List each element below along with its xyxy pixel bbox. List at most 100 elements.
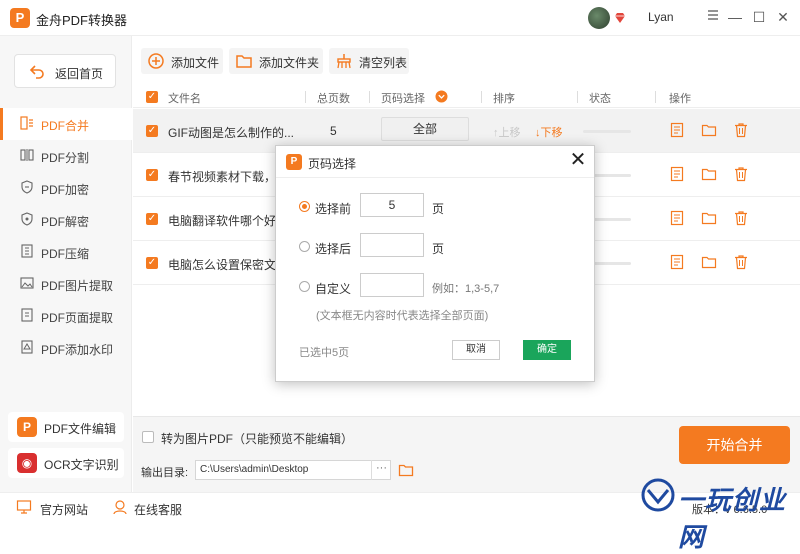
sidebar-item-label: PDF加密 xyxy=(41,183,90,197)
dialog-header: P 页码选择 ✕ xyxy=(276,146,594,178)
sidebar-item-label: PDF图片提取 xyxy=(41,279,114,293)
custom-range-input[interactable] xyxy=(360,273,424,297)
sidebar-item-pdf-decrypt[interactable]: PDF解密 xyxy=(0,204,132,236)
column-divider xyxy=(655,91,656,103)
radio-custom[interactable] xyxy=(299,281,310,292)
menu-icon[interactable] xyxy=(704,8,722,26)
output-path-field[interactable]: C:\Users\admin\Desktop xyxy=(195,460,391,480)
sidebar-item-label: PDF分割 xyxy=(41,151,90,165)
add-folder-label: 添加文件夹 xyxy=(259,56,320,70)
sidebar: 返回首页 PDF合并 PDF分割 PDF加密 PDF解密 PDF压缩 PDF图片… xyxy=(0,36,132,492)
row-checkbox[interactable]: ✓ xyxy=(146,125,158,137)
document-icon[interactable] xyxy=(669,122,685,138)
sidebar-item-pdf-encrypt[interactable]: PDF加密 xyxy=(0,172,132,204)
sidebar-item-pdf-compress[interactable]: PDF压缩 xyxy=(0,236,132,268)
col-sort: 排序 xyxy=(493,93,515,105)
sidebar-item-label: PDF合并 xyxy=(41,119,90,133)
home-button[interactable]: 返回首页 xyxy=(14,54,116,88)
minimize-button[interactable]: — xyxy=(726,8,744,26)
dialog-close-button[interactable]: ✕ xyxy=(568,150,588,172)
compress-icon xyxy=(21,244,33,258)
merge-icon xyxy=(20,116,33,130)
sidebar-item-pdf-split[interactable]: PDF分割 xyxy=(0,140,132,172)
document-icon[interactable] xyxy=(669,210,685,226)
add-file-button[interactable]: 添加文件 xyxy=(141,48,223,74)
folder-icon[interactable] xyxy=(701,254,717,270)
ocr-button[interactable]: ◉ OCR文字识别 xyxy=(8,448,124,478)
sidebar-item-pdf-image-extract[interactable]: PDF图片提取 xyxy=(0,268,132,300)
maximize-button[interactable]: ☐ xyxy=(750,8,768,26)
document-icon[interactable] xyxy=(669,254,685,270)
col-total-pages: 总页数 xyxy=(317,93,350,105)
file-name: 春节视频素材下载，... xyxy=(168,170,287,184)
radio-first-pages[interactable] xyxy=(299,201,310,212)
page-select-dialog: P 页码选择 ✕ 选择前 5 页 选择后 页 自定义 例如：1,3-5,7 (文… xyxy=(275,145,595,382)
close-window-button[interactable]: ✕ xyxy=(774,8,792,26)
pdf-edit-icon: P xyxy=(17,417,37,437)
trash-icon[interactable] xyxy=(733,210,749,226)
app-title: 金舟PDF转换器 xyxy=(36,13,128,28)
website-link[interactable]: 官方网站 xyxy=(40,501,88,518)
online-service-link[interactable]: 在线客服 xyxy=(134,501,182,518)
start-merge-button[interactable]: 开始合并 xyxy=(679,426,790,464)
cancel-button[interactable]: 取消 xyxy=(452,340,500,360)
row-checkbox[interactable]: ✓ xyxy=(146,169,158,181)
trash-icon[interactable] xyxy=(733,166,749,182)
row-checkbox[interactable]: ✓ xyxy=(146,257,158,269)
convert-to-image-checkbox[interactable] xyxy=(142,431,154,443)
chevron-down-icon[interactable] xyxy=(435,90,448,103)
document-icon[interactable] xyxy=(669,166,685,182)
sidebar-item-pdf-page-extract[interactable]: PDF页面提取 xyxy=(0,300,132,332)
page-extract-icon xyxy=(21,308,33,322)
trash-icon[interactable] xyxy=(733,254,749,270)
sidebar-item-pdf-watermark[interactable]: PDF添加水印 xyxy=(0,332,132,364)
browse-button[interactable]: ··· xyxy=(371,460,391,480)
folder-icon[interactable] xyxy=(701,122,717,138)
page-range-button[interactable]: 全部 xyxy=(381,117,469,141)
watermark: 一玩创业网 xyxy=(636,476,800,553)
move-up-button[interactable]: ↑上移 xyxy=(493,124,521,140)
row-checkbox[interactable]: ✓ xyxy=(146,213,158,225)
column-divider xyxy=(369,91,370,103)
output-dir-label: 输出目录: xyxy=(141,467,189,479)
folder-icon[interactable] xyxy=(701,166,717,182)
sidebar-item-pdf-merge[interactable]: PDF合并 xyxy=(0,108,132,140)
back-arrow-icon xyxy=(29,65,44,79)
last-pages-input[interactable] xyxy=(360,233,424,257)
confirm-button[interactable]: 确定 xyxy=(523,340,571,360)
pdf-edit-button[interactable]: P PDF文件编辑 xyxy=(8,412,124,442)
monitor-icon xyxy=(16,500,32,514)
radio-last-pages[interactable] xyxy=(299,241,310,252)
watermark-text: 一玩创业网 xyxy=(678,486,787,553)
trash-icon[interactable] xyxy=(733,122,749,138)
headset-icon xyxy=(113,500,127,515)
first-pages-input[interactable]: 5 xyxy=(360,193,424,217)
home-button-label: 返回首页 xyxy=(55,67,104,81)
move-down-button[interactable]: ↓下移 xyxy=(535,124,563,140)
col-file-name: 文件名 xyxy=(168,93,201,105)
file-name: 电脑怎么设置保密文... xyxy=(168,258,287,272)
unit-label: 页 xyxy=(432,202,445,216)
image-extract-icon xyxy=(20,277,34,289)
vip-badge-icon xyxy=(615,13,625,23)
selected-count: 已选中5页 xyxy=(299,347,350,359)
clear-list-button[interactable]: 清空列表 xyxy=(329,48,409,74)
open-folder-icon[interactable] xyxy=(398,462,414,478)
option-last-label: 选择后 xyxy=(315,242,352,256)
username[interactable]: Lyan xyxy=(648,10,674,24)
file-name: 电脑翻译软件哪个好... xyxy=(168,214,287,228)
split-icon xyxy=(20,149,34,161)
col-actions: 操作 xyxy=(669,93,691,105)
progress-bar xyxy=(583,130,631,133)
watermark-logo-icon xyxy=(641,478,675,512)
table-header: ✓ 文件名 总页数 页码选择 排序 状态 操作 xyxy=(133,86,800,108)
clear-list-label: 清空列表 xyxy=(359,56,408,70)
lock-shield-icon xyxy=(21,180,33,194)
unit-label: 页 xyxy=(432,242,445,256)
add-folder-button[interactable]: 添加文件夹 xyxy=(229,48,323,74)
folder-icon[interactable] xyxy=(701,210,717,226)
avatar[interactable] xyxy=(588,7,610,29)
dialog-title: 页码选择 xyxy=(308,157,357,171)
select-all-checkbox[interactable]: ✓ xyxy=(146,91,158,103)
page-count: 5 xyxy=(330,124,337,138)
